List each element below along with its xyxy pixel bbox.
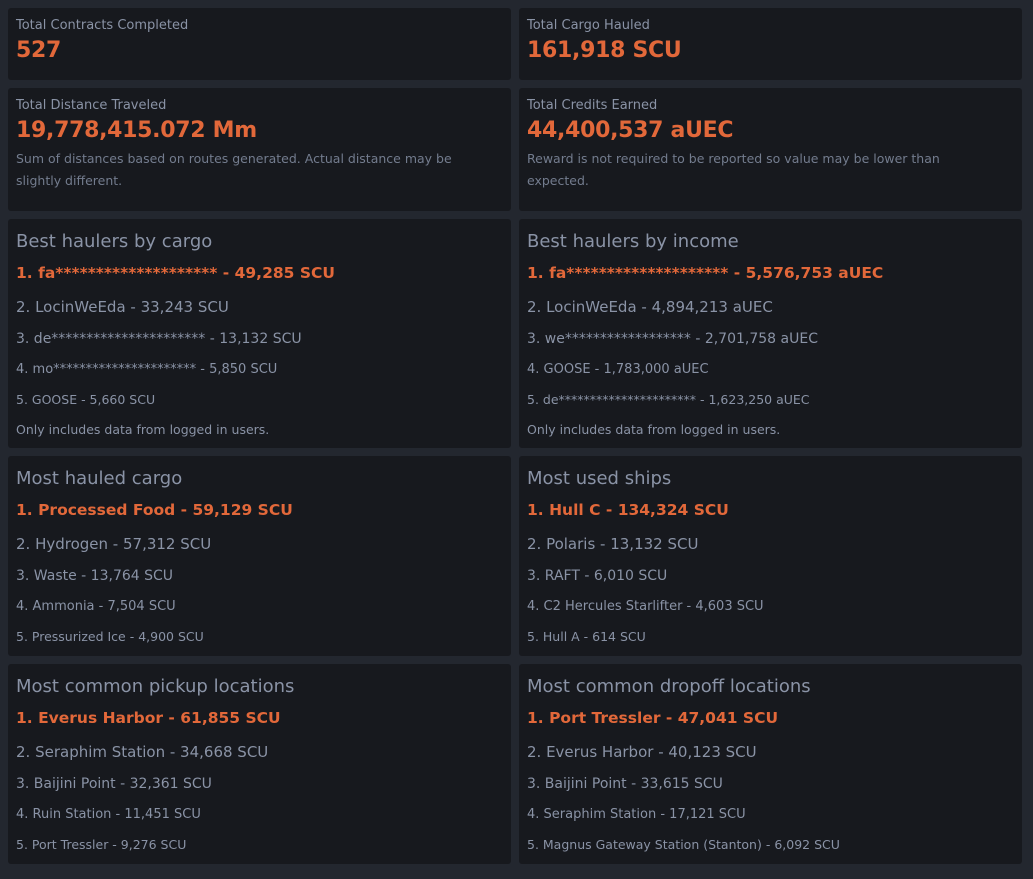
total-distance-card: Total Distance Traveled 19,778,415.072 M… bbox=[8, 88, 511, 211]
dropoff-locations-card: Most common dropoff locations 1. Port Tr… bbox=[519, 664, 1022, 864]
list-item: 3. de********************** - 13,132 SCU bbox=[16, 331, 302, 347]
list-item: 1. Everus Harbor - 61,855 SCU bbox=[16, 709, 281, 727]
pickup-locations-title: Most common pickup locations bbox=[16, 676, 295, 697]
total-distance-label: Total Distance Traveled bbox=[16, 98, 167, 113]
most-used-ships-title: Most used ships bbox=[527, 468, 672, 489]
best-haulers-income-title: Best haulers by income bbox=[527, 231, 739, 252]
list-item: 3. RAFT - 6,010 SCU bbox=[527, 568, 668, 584]
footnote: Only includes data from logged in users. bbox=[527, 422, 781, 437]
list-item: 4. Seraphim Station - 17,121 SCU bbox=[527, 807, 746, 822]
pickup-locations-card: Most common pickup locations 1. Everus H… bbox=[8, 664, 511, 864]
list-item: 1. Processed Food - 59,129 SCU bbox=[16, 501, 293, 519]
best-haulers-income-card: Best haulers by income 1. fa************… bbox=[519, 219, 1022, 448]
total-credits-card: Total Credits Earned 44,400,537 aUEC Rew… bbox=[519, 88, 1022, 211]
list-item: 3. Baijini Point - 32,361 SCU bbox=[16, 776, 212, 792]
best-haulers-cargo-card: Best haulers by cargo 1. fa*************… bbox=[8, 219, 511, 448]
list-item: 5. Magnus Gateway Station (Stanton) - 6,… bbox=[527, 837, 840, 852]
total-distance-note: Sum of distances based on routes generat… bbox=[16, 151, 452, 188]
list-item: 1. fa******************** - 49,285 SCU bbox=[16, 264, 335, 282]
list-item: 5. GOOSE - 5,660 SCU bbox=[16, 392, 156, 407]
list-item: 1. fa******************** - 5,576,753 aU… bbox=[527, 264, 884, 282]
total-contracts-label: Total Contracts Completed bbox=[16, 18, 189, 33]
list-item: 4. Ammonia - 7,504 SCU bbox=[16, 599, 176, 614]
most-hauled-cargo-title: Most hauled cargo bbox=[16, 468, 183, 489]
total-cargo-label: Total Cargo Hauled bbox=[527, 18, 650, 33]
list-item: 1. Port Tressler - 47,041 SCU bbox=[527, 709, 779, 727]
list-item: 4. GOOSE - 1,783,000 aUEC bbox=[527, 362, 709, 377]
list-item: 1. Hull C - 134,324 SCU bbox=[527, 501, 729, 519]
total-distance-value: 19,778,415.072 Mm bbox=[16, 118, 257, 143]
list-item: 4. C2 Hercules Starlifter - 4,603 SCU bbox=[527, 599, 764, 614]
dropoff-locations-title: Most common dropoff locations bbox=[527, 676, 811, 697]
list-item: 3. Waste - 13,764 SCU bbox=[16, 568, 174, 584]
list-item: 5. de********************** - 1,623,250 … bbox=[527, 392, 810, 407]
list-item: 2. Seraphim Station - 34,668 SCU bbox=[16, 743, 269, 761]
most-used-ships-card: Most used ships 1. Hull C - 134,324 SCU … bbox=[519, 456, 1022, 656]
list-item: 3. Baijini Point - 33,615 SCU bbox=[527, 776, 723, 792]
stats-dashboard: Total Contracts Completed 527 Total Carg… bbox=[0, 0, 1033, 879]
total-contracts-value: 527 bbox=[16, 38, 62, 63]
footnote: Only includes data from logged in users. bbox=[16, 422, 270, 437]
list-item: 3. we****************** - 2,701,758 aUEC bbox=[527, 331, 818, 347]
list-item: 4. mo********************** - 5,850 SCU bbox=[16, 362, 278, 377]
list-item: 5. Port Tressler - 9,276 SCU bbox=[16, 837, 187, 852]
most-hauled-cargo-card: Most hauled cargo 1. Processed Food - 59… bbox=[8, 456, 511, 656]
list-item: 2. LocinWeEda - 33,243 SCU bbox=[16, 298, 229, 316]
list-item: 4. Ruin Station - 11,451 SCU bbox=[16, 807, 201, 822]
list-item: 2. Everus Harbor - 40,123 SCU bbox=[527, 743, 757, 761]
total-credits-label: Total Credits Earned bbox=[527, 98, 658, 113]
total-credits-note: Reward is not required to be reported so… bbox=[527, 151, 940, 188]
list-item: 2. Hydrogen - 57,312 SCU bbox=[16, 535, 212, 553]
list-item: 2. Polaris - 13,132 SCU bbox=[527, 535, 699, 553]
list-item: 5. Pressurized Ice - 4,900 SCU bbox=[16, 629, 204, 644]
list-item: 5. Hull A - 614 SCU bbox=[527, 629, 646, 644]
total-credits-value: 44,400,537 aUEC bbox=[527, 118, 734, 143]
total-contracts-card: Total Contracts Completed 527 bbox=[8, 8, 511, 80]
best-haulers-cargo-title: Best haulers by cargo bbox=[16, 231, 213, 252]
total-cargo-card: Total Cargo Hauled 161,918 SCU bbox=[519, 8, 1022, 80]
list-item: 2. LocinWeEda - 4,894,213 aUEC bbox=[527, 298, 773, 316]
total-cargo-value: 161,918 SCU bbox=[527, 38, 682, 63]
